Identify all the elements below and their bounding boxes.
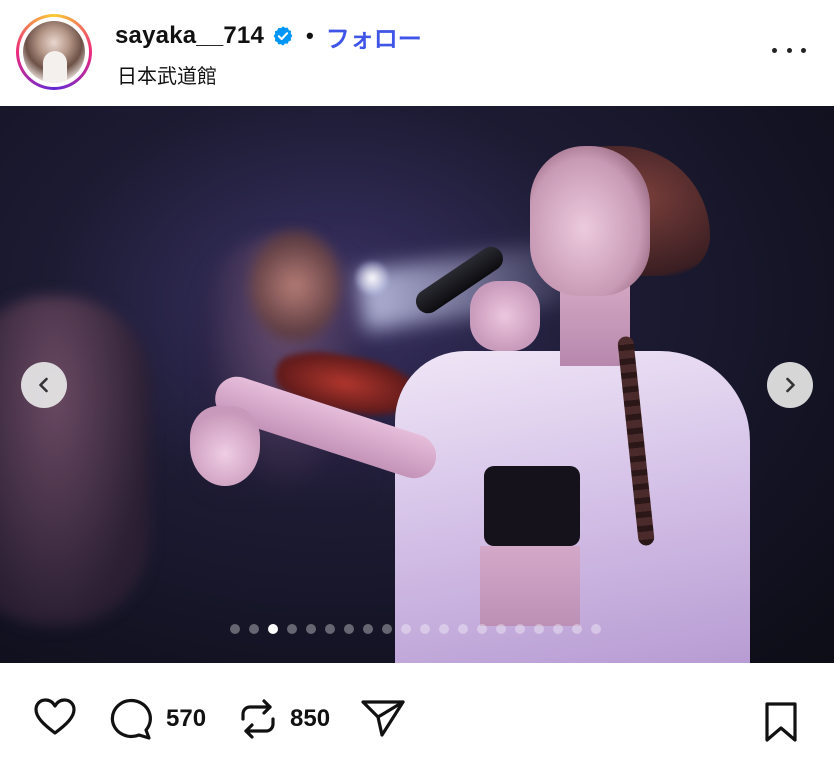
post-photo[interactable]	[0, 106, 834, 663]
photo-singer-waist	[480, 546, 580, 626]
carousel-dot	[571, 624, 582, 634]
heart-icon	[34, 698, 76, 735]
action-bar: 570 850	[0, 663, 834, 760]
avatar-border	[19, 17, 89, 87]
share-button[interactable]	[360, 697, 406, 739]
carousel-dot	[400, 624, 411, 634]
carousel-dot	[590, 624, 601, 634]
avatar-figure	[43, 51, 67, 83]
repost-count: 850	[290, 705, 331, 732]
carousel-dot	[495, 624, 506, 634]
carousel-dot	[305, 624, 316, 634]
photo-stage-light	[355, 261, 389, 295]
repost-icon	[241, 699, 275, 739]
carousel-dot	[343, 624, 354, 634]
photo-singer-hand	[190, 406, 260, 486]
chevron-left-icon	[39, 377, 48, 393]
carousel-dot	[476, 624, 487, 634]
photo-singer-mic-hand	[470, 281, 540, 351]
carousel-prev-button[interactable]	[21, 362, 67, 408]
avatar[interactable]	[16, 14, 92, 90]
carousel-dot	[229, 624, 240, 634]
carousel-dot	[457, 624, 468, 634]
photo-singer-top	[484, 466, 580, 546]
carousel-dot	[286, 624, 297, 634]
post-header: sayaka__714 • フォロー 日本武道館	[0, 0, 834, 106]
username-row: sayaka__714 • フォロー	[115, 19, 422, 54]
carousel-next-button[interactable]	[767, 362, 813, 408]
more-dot	[772, 47, 777, 53]
verified-badge-icon	[273, 26, 293, 46]
carousel-dot	[438, 624, 449, 634]
like-button[interactable]	[33, 697, 77, 737]
carousel-dot	[381, 624, 392, 634]
bookmark-button[interactable]	[764, 701, 798, 743]
chevron-right-icon	[786, 377, 795, 393]
carousel-dot	[552, 624, 563, 634]
carousel-dot	[267, 624, 278, 634]
carousel-dot	[324, 624, 335, 634]
location-link[interactable]: 日本武道館	[117, 60, 217, 89]
more-dot	[801, 47, 806, 53]
speech-bubble-icon	[110, 698, 152, 740]
photo-background-musician	[0, 296, 150, 626]
more-options-icon[interactable]	[772, 40, 806, 60]
username-link[interactable]: sayaka__714	[115, 22, 264, 50]
repost-button[interactable]: 850	[238, 697, 330, 741]
comment-count: 570	[166, 705, 207, 732]
follow-button[interactable]: フォロー	[326, 19, 422, 54]
paper-plane-icon	[361, 700, 405, 737]
bookmark-icon	[765, 702, 797, 742]
separator-dot: •	[306, 23, 314, 48]
more-dot	[786, 47, 792, 53]
carousel-dot	[514, 624, 525, 634]
photo-singer-face	[530, 146, 650, 296]
comment-button[interactable]: 570	[108, 697, 206, 741]
carousel-dot	[419, 624, 430, 634]
carousel-dot	[533, 624, 544, 634]
avatar-image	[23, 21, 85, 83]
carousel-dot	[362, 624, 373, 634]
photo-violinist-head	[250, 231, 340, 341]
carousel-dot	[248, 624, 259, 634]
carousel-indicator	[0, 624, 832, 634]
